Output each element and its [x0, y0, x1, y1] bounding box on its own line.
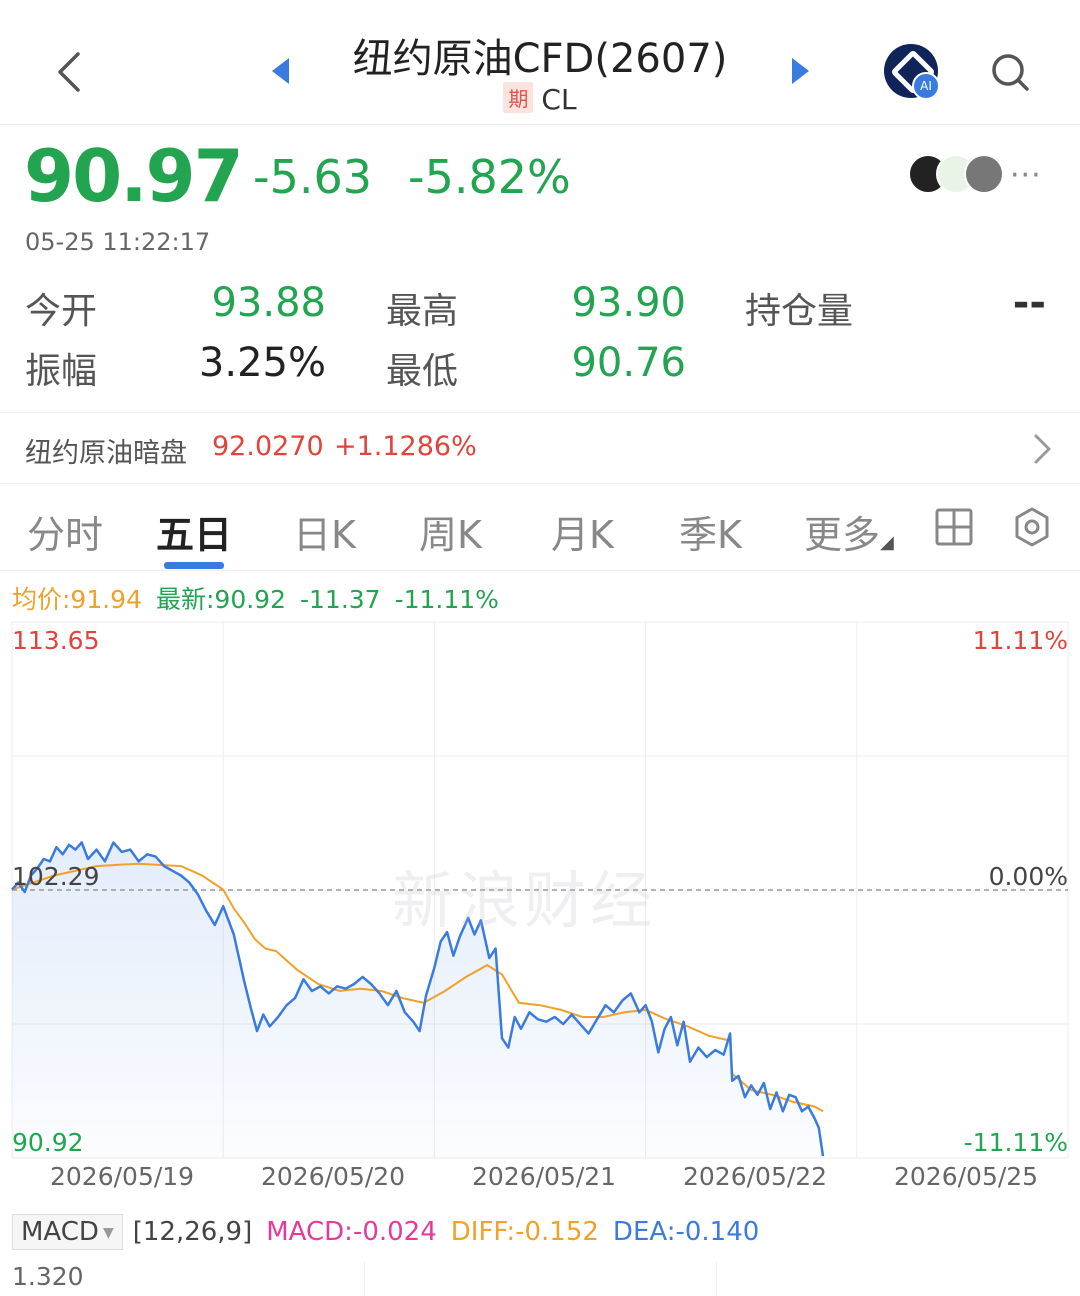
open-value: 93.88 — [211, 280, 326, 326]
macd-indicator-row: MACD ▼ [12,26,9] MACD:-0.024 DIFF:-0.152 DEA:… — [12, 1214, 773, 1250]
last-price: 90.97 — [24, 134, 244, 218]
ai-assistant-icon[interactable]: AI — [884, 44, 940, 100]
chevron-down-icon: ▼ — [102, 1225, 114, 1241]
y-axis-pct-max: 11.11% — [972, 626, 1068, 655]
after-hours-row[interactable]: 纽约原油暗盘 92.0270 +1.1286% — [0, 412, 1080, 484]
x-axis-date: 2026/05/19 — [50, 1162, 195, 1191]
period-tabs: 分时 五日 日K 周K 月K 季K 更多◢ — [0, 486, 1080, 571]
x-axis-date: 2026/05/22 — [683, 1162, 828, 1191]
x-axis-date: 2026/05/20 — [261, 1162, 406, 1191]
page-title: 纽约原油CFD(2607) — [352, 36, 728, 82]
x-axis-date: 2026/05/21 — [472, 1162, 617, 1191]
after-hours-label: 纽约原油暗盘 — [25, 438, 187, 469]
chart-change-percent: -11.11% — [394, 585, 499, 614]
tab-more-arrow-icon: ◢ — [880, 532, 894, 553]
price-change: -5.63 — [253, 150, 373, 204]
amplitude-value: 3.25% — [198, 340, 326, 386]
open-label: 今开 — [25, 291, 98, 332]
after-hours-price: 92.0270 — [212, 431, 324, 462]
layout-grid-icon[interactable] — [934, 507, 974, 547]
average-price: 均价:91.94 — [12, 585, 142, 614]
macd-axis-max: 1.320 — [12, 1262, 84, 1291]
macd-value: MACD:-0.024 — [266, 1217, 437, 1247]
macd-grid-line — [364, 1262, 365, 1296]
tab-five-day[interactable]: 五日 — [156, 504, 232, 559]
symbol-line: 期 CL — [300, 82, 780, 116]
dea-value: DEA:-0.140 — [612, 1217, 760, 1247]
diff-value: DIFF:-0.152 — [450, 1217, 599, 1247]
y-axis-mid: 102.29 — [12, 862, 100, 891]
tab-weekly-k[interactable]: 周K — [419, 504, 482, 559]
more-options-icon[interactable]: ··· — [1010, 158, 1042, 193]
symbol-code: CL — [541, 83, 577, 116]
next-contract-icon[interactable] — [792, 58, 809, 84]
settings-icon[interactable] — [1012, 506, 1052, 548]
chevron-right-icon — [1034, 434, 1051, 464]
amplitude-label: 振幅 — [25, 351, 98, 392]
tab-intraday[interactable]: 分时 — [27, 504, 103, 559]
avatar — [964, 154, 1004, 194]
open-interest-label: 持仓量 — [745, 291, 854, 332]
after-hours-change: +1.1286% — [334, 431, 477, 462]
y-axis-pct-min: -11.11% — [963, 1128, 1068, 1157]
tab-daily-k[interactable]: 日K — [293, 504, 356, 559]
quote-timestamp: 05-25 11:22:17 — [25, 228, 211, 256]
active-tab-indicator — [164, 562, 224, 569]
indicator-selector[interactable]: MACD ▼ — [12, 1214, 123, 1250]
y-axis-max: 113.65 — [12, 626, 100, 655]
y-axis-min: 90.92 — [12, 1128, 84, 1157]
futures-badge: 期 — [503, 82, 534, 113]
top-bar: 纽约原油CFD(2607) 期 CL AI — [0, 0, 1080, 125]
open-interest-value: -- — [1012, 280, 1046, 326]
chart-change: -11.37 — [300, 585, 381, 614]
low-value: 90.76 — [571, 340, 686, 386]
tab-more[interactable]: 更多◢ — [804, 504, 894, 559]
search-icon[interactable] — [990, 52, 1030, 92]
previous-contract-icon[interactable] — [272, 58, 289, 84]
chart-summary: 均价:91.94 最新:90.92 -11.37 -11.11% — [12, 580, 513, 616]
x-axis-date: 2026/05/25 — [894, 1162, 1039, 1191]
macd-params: [12,26,9] — [132, 1217, 253, 1247]
tab-more-label: 更多 — [804, 513, 881, 557]
y-axis-pct-mid: 0.00% — [988, 862, 1068, 891]
low-label: 最低 — [386, 351, 459, 392]
latest-price: 最新:90.92 — [156, 585, 286, 614]
tab-quarterly-k[interactable]: 季K — [679, 504, 742, 559]
indicator-selector-label: MACD — [21, 1217, 99, 1247]
high-value: 93.90 — [571, 280, 686, 326]
price-change-percent: -5.82% — [408, 150, 571, 204]
back-icon[interactable] — [50, 48, 90, 96]
avatar-group[interactable] — [908, 154, 1004, 194]
watermark: 新浪财经 — [392, 864, 657, 937]
high-label: 最高 — [386, 291, 459, 332]
ai-tag: AI — [912, 72, 940, 100]
macd-grid-line — [716, 1262, 717, 1296]
tab-monthly-k[interactable]: 月K — [551, 504, 614, 559]
